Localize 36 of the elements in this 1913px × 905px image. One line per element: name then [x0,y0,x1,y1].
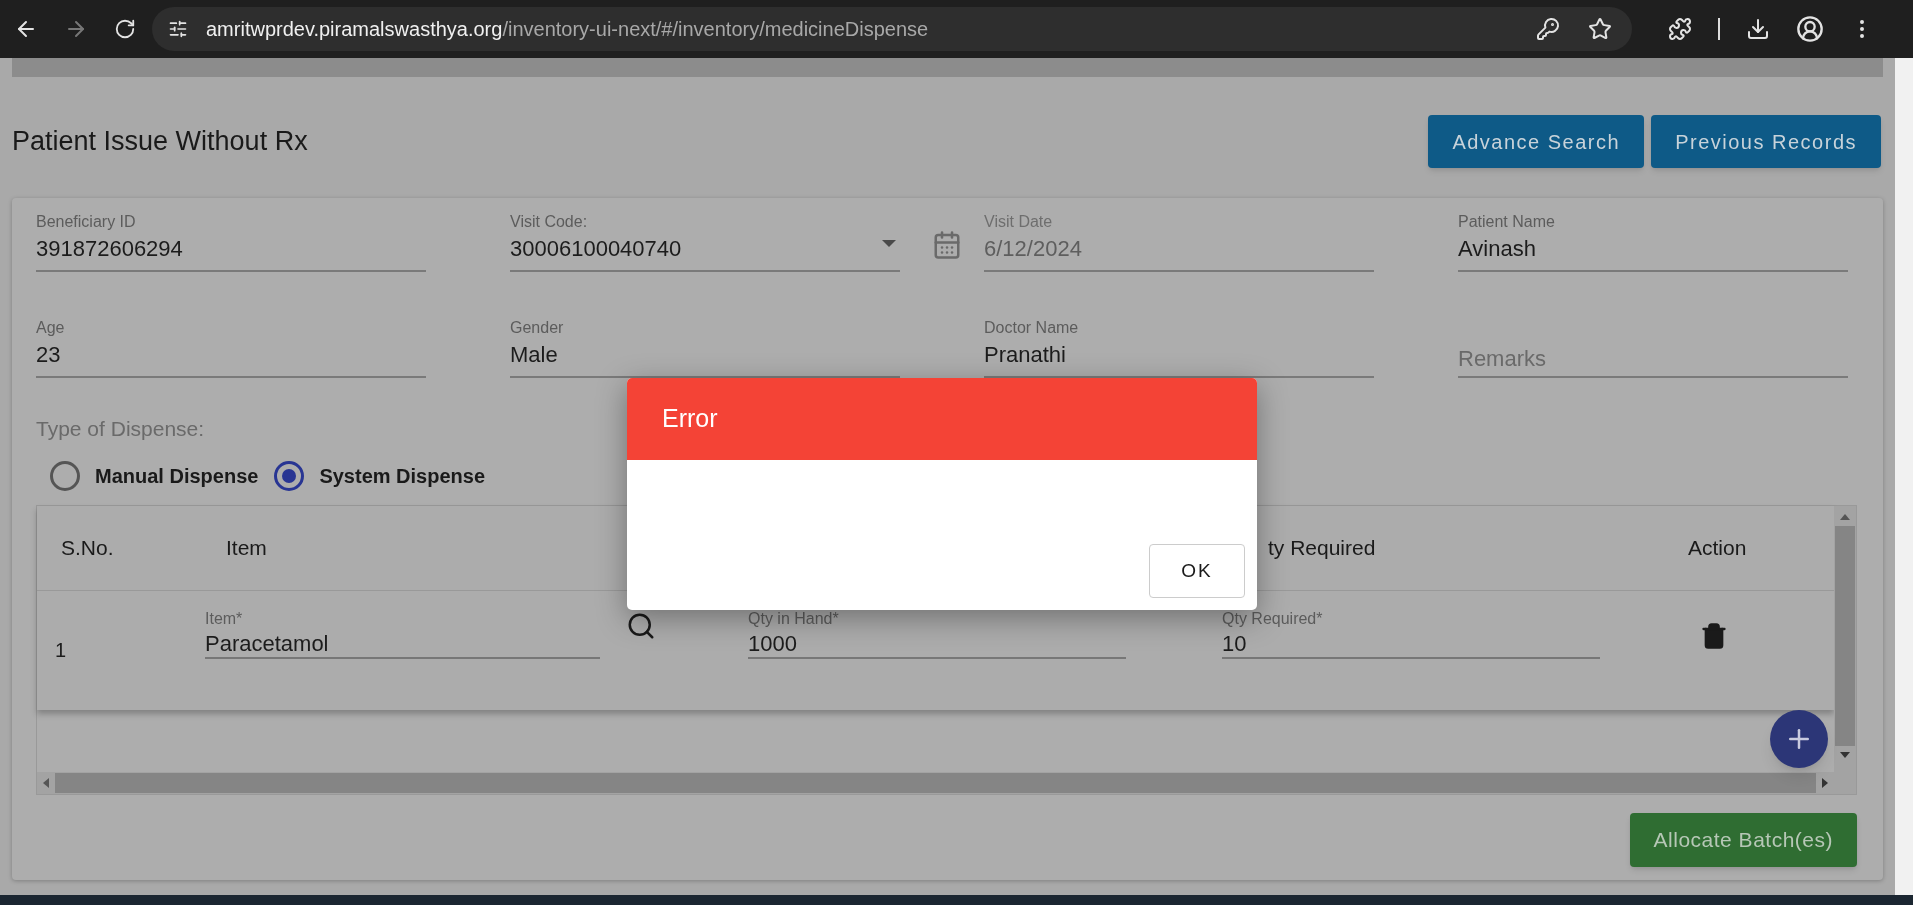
radio-label: Manual Dispense [95,463,259,489]
extensions-icon[interactable] [1668,17,1692,41]
horizontal-scrollbar[interactable] [37,771,1834,794]
radio-button[interactable] [50,460,80,491]
star-icon[interactable] [1588,17,1612,41]
column-header: S.No. [61,535,114,559]
text-field[interactable]: Patient Name Avinash [1458,210,1848,272]
url-text: amritwprdev.piramalswasthya.org/inventory-ui-next/#/inventory/medicineDispense [206,17,929,42]
radio-button[interactable] [274,460,305,491]
profile-icon[interactable] [1796,15,1824,43]
add-row-button[interactable] [1770,709,1828,768]
page-scrollbar[interactable] [1895,58,1913,895]
site-settings-icon[interactable] [168,19,188,39]
column-header: Action [1688,534,1747,561]
download-icon[interactable] [1746,17,1770,41]
address-bar[interactable]: amritwprdev.piramalswasthya.org/inventory-ui-next/#/inventory/medicineDispense [152,7,1632,51]
dialog-title: Error [662,403,718,435]
page-title: Patient Issue Without Rx [12,125,308,159]
column-header: Item [226,535,267,559]
dropdown-arrow-icon [882,240,896,247]
allocate-button[interactable]: Allocate Batch(es) [1629,812,1857,867]
key-icon[interactable] [1536,17,1560,41]
text-field[interactable]: Beneficiary ID 391872606294 [36,210,426,272]
header-button[interactable]: Previous Records [1651,115,1881,168]
column-header: ty Required [1268,535,1376,559]
header-button[interactable]: Advance Search [1428,115,1645,168]
radio-label: System Dispense [319,463,486,489]
ok-button[interactable]: OK [1149,544,1245,598]
vertical-scrollbar[interactable] [1834,505,1856,794]
item-field[interactable]: Item* Paracetamol [205,606,600,659]
reload-icon[interactable] [114,18,136,40]
delete-icon[interactable] [1700,620,1728,651]
text-field[interactable]: Age 23 [36,316,426,378]
dispense-label: Type of Dispense: [36,416,205,442]
text-field[interactable]: Visit Code: 30006100040740 [510,210,900,272]
table-cell-text: 1 [55,637,68,663]
